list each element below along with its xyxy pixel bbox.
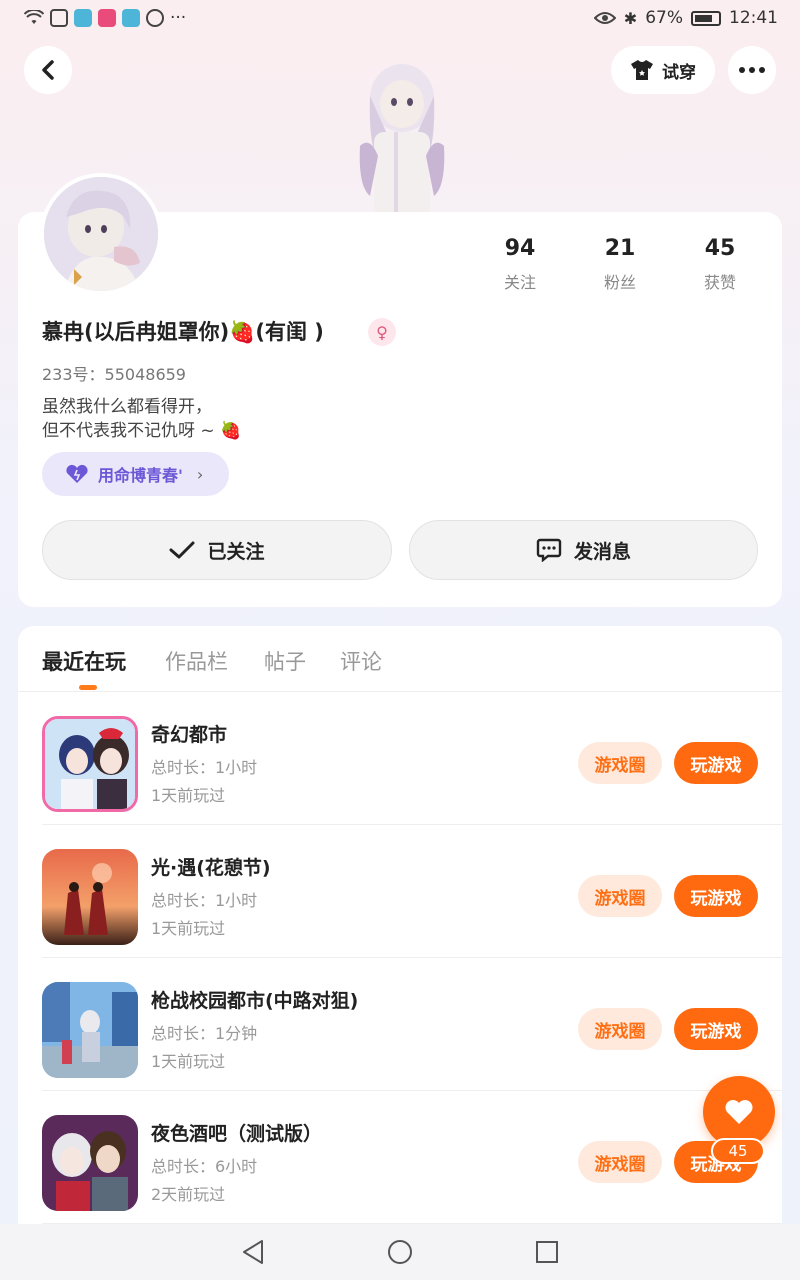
more-dots-icon bbox=[739, 67, 765, 73]
female-icon: ♀ bbox=[368, 318, 396, 346]
tab-comments[interactable]: 评论 bbox=[340, 646, 382, 676]
user-id: 233号：55048659 bbox=[42, 365, 186, 384]
tag-label: 用命博青春' bbox=[98, 466, 183, 485]
tab-indicator bbox=[79, 685, 97, 690]
game-circle-button[interactable]: 游戏圈 bbox=[578, 742, 662, 784]
heart-badge-icon bbox=[66, 464, 88, 483]
avatar-image bbox=[44, 177, 158, 291]
game-duration: 总时长：1小时 bbox=[151, 758, 258, 777]
stat-value: 21 bbox=[604, 236, 636, 261]
stat-label: 粉丝 bbox=[603, 273, 636, 292]
more-button[interactable] bbox=[728, 46, 776, 94]
game-duration: 总时长：1小时 bbox=[151, 891, 258, 910]
bio-line: 但不代表我不记仇呀 ~ 🍓 bbox=[42, 421, 242, 441]
tab-recent-played[interactable]: 最近在玩 bbox=[42, 646, 126, 676]
game-circle-button[interactable]: 游戏圈 bbox=[578, 875, 662, 917]
game-last-played: 1天前玩过 bbox=[151, 919, 226, 938]
more-notifications: ··· bbox=[170, 8, 187, 28]
heart-icon bbox=[725, 1100, 753, 1124]
system-nav-bar bbox=[0, 1224, 800, 1280]
wifi-icon bbox=[24, 10, 44, 24]
game-title: 枪战校园都市(中路对狙) bbox=[151, 990, 359, 1012]
content-card: 最近在玩 作品栏 帖子 评论 奇幻都市 总时长：1小时 1天前玩过 游戏圈 玩游… bbox=[18, 626, 782, 1246]
stats-row: 94 关注 21 粉丝 45 获赞 bbox=[470, 236, 770, 293]
stat-following[interactable]: 94 关注 bbox=[470, 236, 570, 293]
follow-label: 已关注 bbox=[207, 540, 265, 563]
game-title: 奇幻都市 bbox=[151, 724, 228, 746]
stat-value: 94 bbox=[504, 236, 536, 261]
tag-chip[interactable]: 用命博青春' › bbox=[42, 452, 229, 496]
try-on-label: 试穿 bbox=[662, 62, 696, 83]
follow-button[interactable]: 已关注 bbox=[42, 520, 392, 580]
bluetooth-icon: ✱ bbox=[623, 8, 638, 28]
tab-posts[interactable]: 帖子 bbox=[264, 646, 306, 676]
book-app-icon bbox=[74, 9, 92, 27]
chevron-left-icon bbox=[42, 60, 54, 80]
game-row[interactable]: 奇幻都市 总时长：1小时 1天前玩过 游戏圈 玩游戏 bbox=[42, 692, 782, 825]
game-duration: 总时长：6小时 bbox=[151, 1157, 258, 1176]
game-title: 光·遇(花憩节) bbox=[151, 857, 271, 879]
stat-value: 45 bbox=[704, 236, 736, 261]
message-label: 发消息 bbox=[573, 540, 631, 563]
game-last-played: 1天前玩过 bbox=[151, 786, 226, 805]
avatar-3d-model[interactable] bbox=[340, 36, 464, 216]
nav-home-icon[interactable] bbox=[386, 1238, 414, 1266]
status-bar-notifications: ··· bbox=[24, 8, 186, 28]
game-icon-image bbox=[42, 1115, 138, 1211]
game-title: 夜色酒吧（测试版） bbox=[151, 1123, 323, 1145]
chat-bubble-icon bbox=[536, 538, 562, 562]
game-last-played: 1天前玩过 bbox=[151, 1052, 226, 1071]
stat-label: 获赞 bbox=[703, 273, 736, 292]
nav-recents-icon[interactable] bbox=[534, 1239, 560, 1265]
game-circle-button[interactable]: 游戏圈 bbox=[578, 1141, 662, 1183]
bio: 虽然我什么都看得开， 但不代表我不记仇呀 ~ 🍓 bbox=[42, 395, 241, 443]
game-icon[interactable] bbox=[42, 982, 138, 1078]
game-icon[interactable] bbox=[42, 1115, 138, 1211]
chevron-right-icon: › bbox=[196, 464, 204, 484]
bio-line: 虽然我什么都看得开， bbox=[42, 397, 212, 417]
game-icon-image bbox=[45, 719, 135, 809]
username: 慕冉(以后冉姐罩你)🍓(有闺 ) bbox=[42, 320, 324, 344]
game-row[interactable]: 夜色酒吧（测试版） 总时长：6小时 2天前玩过 游戏圈 玩游戏 bbox=[42, 1091, 782, 1224]
back-button[interactable] bbox=[24, 46, 72, 94]
try-on-button[interactable]: 试穿 bbox=[611, 46, 715, 94]
radar-app-icon bbox=[146, 9, 164, 27]
play-game-button[interactable]: 玩游戏 bbox=[674, 742, 758, 784]
clock: 12:41 bbox=[729, 8, 778, 28]
game-duration: 总时长：1分钟 bbox=[151, 1024, 258, 1043]
game-row[interactable]: 枪战校园都市(中路对狙) 总时长：1分钟 1天前玩过 游戏圈 玩游戏 bbox=[42, 958, 782, 1091]
eye-icon bbox=[593, 12, 616, 24]
status-bar-system: ✱ 67% 12:41 bbox=[593, 8, 778, 28]
tshirt-icon bbox=[631, 60, 653, 80]
bilibili-icon bbox=[50, 9, 68, 27]
battery-percent: 67% bbox=[645, 8, 683, 28]
like-count: 45 bbox=[711, 1138, 765, 1164]
game-icon[interactable] bbox=[42, 716, 138, 812]
play-game-button[interactable]: 玩游戏 bbox=[674, 875, 758, 917]
game-icon[interactable] bbox=[42, 849, 138, 945]
stat-followers[interactable]: 21 粉丝 bbox=[570, 236, 670, 293]
game-circle-button[interactable]: 游戏圈 bbox=[578, 1008, 662, 1050]
game-icon-image bbox=[42, 982, 138, 1078]
video-app-icon bbox=[98, 9, 116, 27]
battery-icon bbox=[691, 10, 721, 26]
game-last-played: 2天前玩过 bbox=[151, 1185, 226, 1204]
stat-label: 关注 bbox=[503, 273, 536, 292]
check-icon bbox=[169, 541, 195, 559]
tab-bar: 最近在玩 作品栏 帖子 评论 bbox=[18, 626, 782, 692]
avatar[interactable] bbox=[40, 173, 162, 295]
game-icon-image bbox=[42, 849, 138, 945]
reader-app-icon bbox=[122, 9, 140, 27]
game-row[interactable]: 光·遇(花憩节) 总时长：1小时 1天前玩过 游戏圈 玩游戏 bbox=[42, 825, 782, 958]
nav-back-icon[interactable] bbox=[240, 1238, 266, 1266]
status-bar: ··· ✱ 67% 12:41 bbox=[0, 0, 800, 36]
play-game-button[interactable]: 玩游戏 bbox=[674, 1008, 758, 1050]
message-button[interactable]: 发消息 bbox=[409, 520, 758, 580]
stat-likes[interactable]: 45 获赞 bbox=[670, 236, 770, 293]
tab-works[interactable]: 作品栏 bbox=[165, 646, 228, 676]
